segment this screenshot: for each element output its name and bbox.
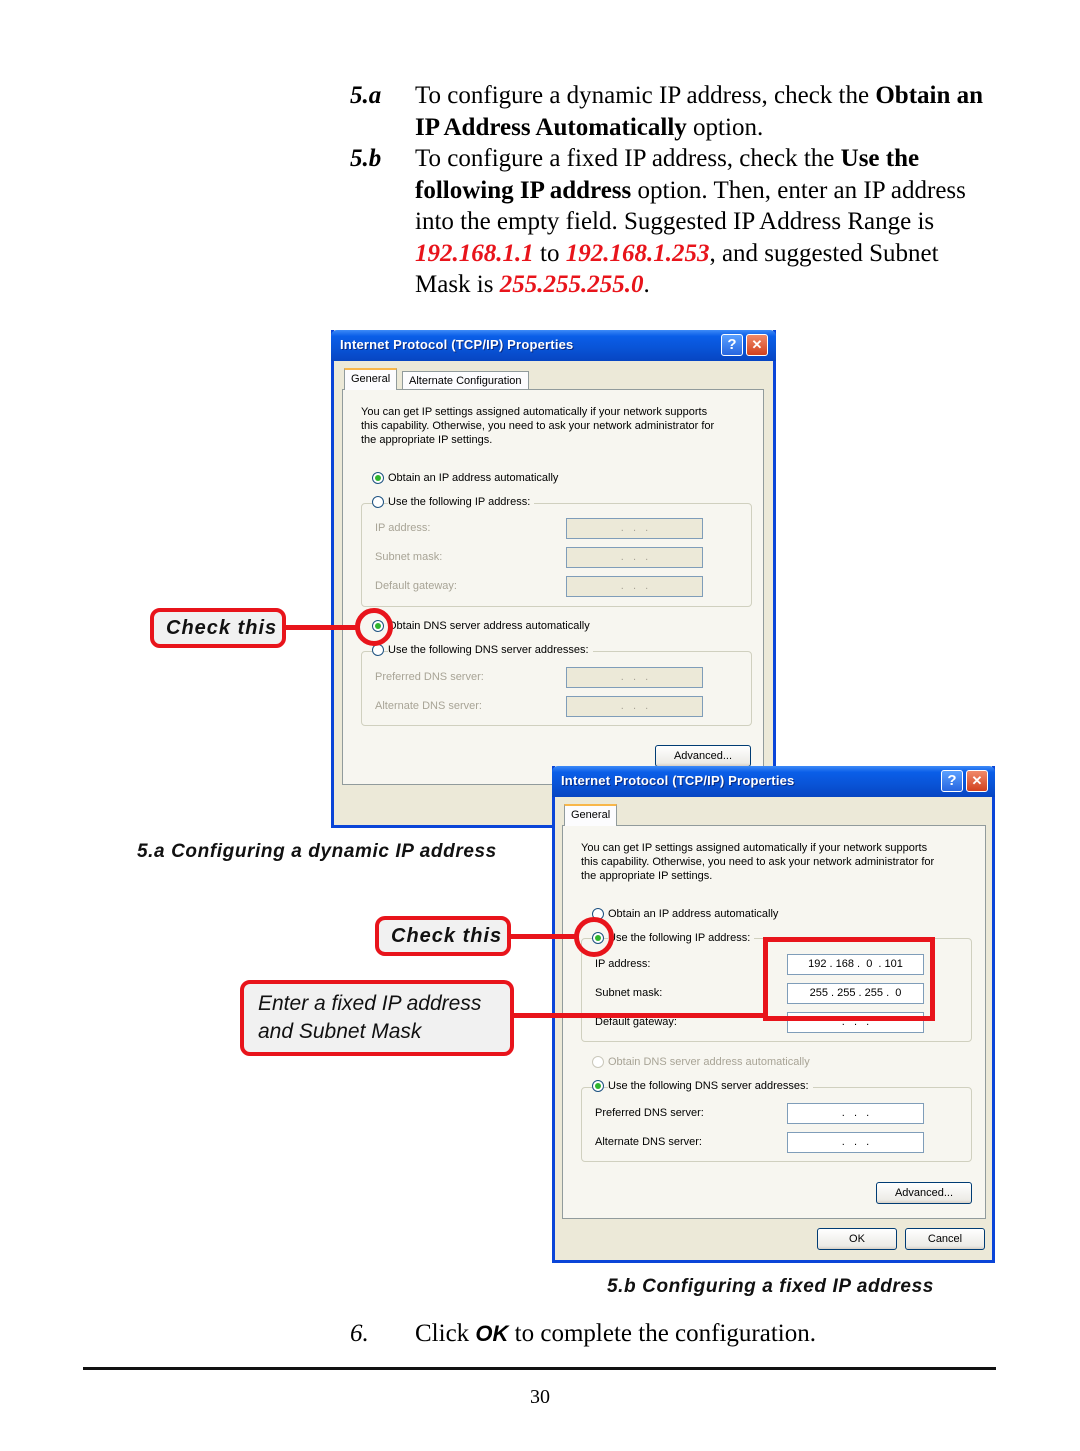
- caption-fixed: 5.b Configuring a fixed IP address: [607, 1276, 934, 1297]
- preferred-dns-input[interactable]: . . .: [566, 667, 703, 688]
- use-ip-radio[interactable]: [372, 496, 384, 508]
- dialog-title: Internet Protocol (TCP/IP) Properties: [561, 773, 795, 788]
- general-panel: You can get IP settings assigned automat…: [342, 389, 764, 785]
- help-icon[interactable]: ?: [941, 770, 963, 792]
- step-number: 5.b: [350, 145, 382, 172]
- default-gateway-input[interactable]: . . .: [566, 576, 703, 597]
- obtain-dns-label: Obtain DNS server address automatically: [608, 1056, 810, 1068]
- title-bar: Internet Protocol (TCP/IP) Properties ? …: [331, 330, 776, 361]
- check-this-callout-fixed: Check this: [375, 916, 511, 956]
- dialog-title: Internet Protocol (TCP/IP) Properties: [340, 337, 574, 352]
- callout-connector: [285, 625, 360, 630]
- subnet-mask-label: Subnet mask:: [375, 551, 443, 563]
- preferred-dns-input[interactable]: . . .: [787, 1103, 924, 1124]
- ip-address-label: IP address:: [375, 522, 431, 534]
- advanced-button[interactable]: Advanced...: [655, 745, 751, 767]
- default-gateway-label: Default gateway:: [375, 580, 457, 592]
- highlight-box: [763, 937, 935, 1021]
- step-number: 5.a: [350, 82, 382, 109]
- use-dns-radio[interactable]: [592, 1080, 604, 1092]
- highlight-ring: [574, 917, 614, 957]
- obtain-ip-radio[interactable]: [372, 472, 384, 484]
- ip-range-start: 192.168.1.1: [415, 239, 534, 267]
- callout-connector: [510, 934, 578, 939]
- step-number: 6.: [350, 1320, 369, 1347]
- general-panel: You can get IP settings assigned automat…: [562, 825, 986, 1219]
- step-text: Click OK to complete the configuration.: [415, 1320, 816, 1347]
- tab-alternate-configuration[interactable]: Alternate Configuration: [402, 371, 529, 390]
- obtain-dns-label: Obtain DNS server address automatically: [388, 620, 590, 632]
- ip-address-label: IP address:: [595, 958, 651, 970]
- description-line: You can get IP settings assigned automat…: [581, 842, 928, 854]
- close-icon[interactable]: ✕: [746, 334, 768, 356]
- alternate-dns-input[interactable]: . . .: [566, 696, 703, 717]
- description-line: the appropriate IP settings.: [581, 870, 713, 882]
- page-number: 30: [530, 1386, 550, 1408]
- tab-general[interactable]: General: [564, 804, 618, 826]
- check-this-callout-dynamic: Check this: [150, 608, 286, 648]
- highlight-ring: [355, 608, 393, 646]
- alternate-dns-input[interactable]: . . .: [787, 1132, 924, 1153]
- step-text: To configure a fixed IP address, check t…: [415, 145, 966, 298]
- dialog-dynamic-ip: Internet Protocol (TCP/IP) Properties ? …: [331, 330, 776, 828]
- use-dns-label: Use the following DNS server addresses:: [608, 1079, 813, 1093]
- subnet-mask-value: 255.255.255.0: [499, 271, 644, 298]
- alternate-dns-label: Alternate DNS server:: [375, 700, 482, 712]
- caption-dynamic: 5.a Configuring a dynamic IP address: [137, 841, 497, 862]
- preferred-dns-label: Preferred DNS server:: [595, 1107, 704, 1119]
- tab-general[interactable]: General: [344, 368, 398, 390]
- ip-range-end: 192.168.1.253: [565, 239, 710, 267]
- callout-connector: [512, 1013, 768, 1018]
- close-icon[interactable]: ✕: [966, 770, 988, 792]
- cancel-button[interactable]: Cancel: [905, 1228, 985, 1250]
- help-icon[interactable]: ?: [721, 334, 743, 356]
- obtain-dns-radio[interactable]: [592, 1056, 604, 1068]
- use-dns-label: Use the following DNS server addresses:: [388, 643, 593, 657]
- description-line: the appropriate IP settings.: [361, 434, 493, 446]
- enter-fixed-ip-callout: Enter a fixed IP address and Subnet Mask: [240, 980, 514, 1056]
- description-line: You can get IP settings assigned automat…: [361, 406, 708, 418]
- subnet-mask-label: Subnet mask:: [595, 987, 663, 999]
- step-text: To configure a dynamic IP address, check…: [415, 82, 984, 141]
- ok-reference: OK: [475, 1321, 509, 1346]
- advanced-button[interactable]: Advanced...: [876, 1182, 972, 1204]
- obtain-ip-label: Obtain an IP address automatically: [608, 908, 779, 920]
- footer-rule: [83, 1367, 996, 1370]
- description-line: this capability. Otherwise, you need to …: [581, 856, 935, 868]
- preferred-dns-label: Preferred DNS server:: [375, 671, 484, 683]
- obtain-ip-label: Obtain an IP address automatically: [388, 472, 559, 484]
- use-ip-label: Use the following IP address:: [388, 495, 535, 509]
- ok-button[interactable]: OK: [817, 1228, 897, 1250]
- subnet-mask-input[interactable]: . . .: [566, 547, 703, 568]
- title-bar: Internet Protocol (TCP/IP) Properties ? …: [552, 766, 995, 797]
- use-ip-label: Use the following IP address:: [608, 931, 755, 945]
- alternate-dns-label: Alternate DNS server:: [595, 1136, 702, 1148]
- ip-address-input[interactable]: . . .: [566, 518, 703, 539]
- description-line: this capability. Otherwise, you need to …: [361, 420, 715, 432]
